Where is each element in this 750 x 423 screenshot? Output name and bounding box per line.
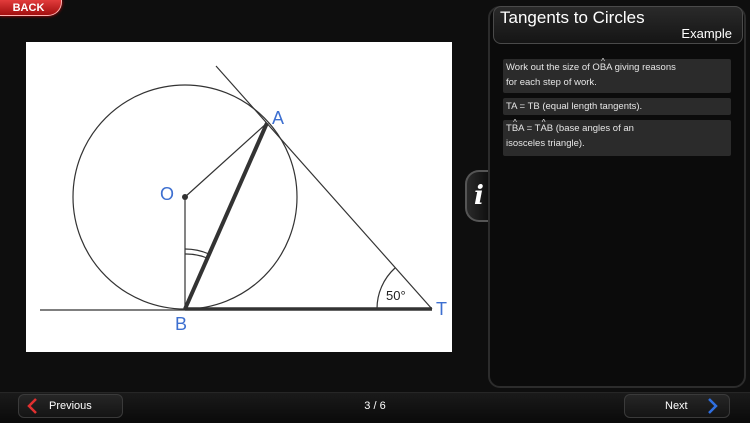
next-label: Next: [665, 400, 688, 412]
back-button[interactable]: BACK: [0, 0, 62, 16]
centre-point: [182, 194, 188, 200]
label-a: A: [272, 108, 284, 128]
label-o: O: [160, 184, 174, 204]
info-icon: i: [474, 181, 484, 211]
panel-title: Tangents to Circles: [500, 8, 645, 27]
chord-ab: [183, 122, 269, 310]
radius-oa: [184, 122, 268, 198]
angle-mark-oba: [184, 248, 210, 255]
next-button[interactable]: Next: [624, 394, 730, 418]
chevron-right-icon: [707, 398, 718, 414]
label-b: B: [175, 314, 187, 334]
note-step-3: TBA = TAB (base angles of an isosceles t…: [503, 120, 731, 156]
diagram-canvas: O A B T 50°: [26, 42, 452, 352]
panel-subtitle: Example: [681, 26, 732, 41]
tangent-diagram: O A B T 50°: [40, 65, 447, 334]
angle-mark-oba-2: [184, 253, 208, 259]
note-step-1: Work out the size of OBA giving reasons …: [503, 59, 731, 93]
label-t: T: [436, 299, 447, 319]
label-angle-50: 50°: [386, 288, 406, 303]
tangent-ta: [215, 65, 433, 310]
note-step-2: TA = TB (equal length tangents).: [503, 98, 731, 115]
